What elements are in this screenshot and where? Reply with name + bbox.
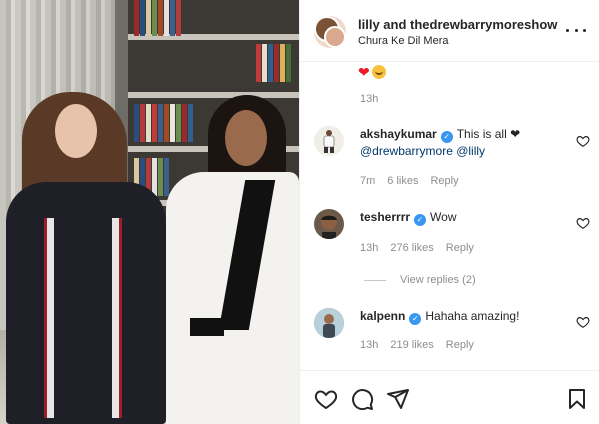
reply-button[interactable]: Reply — [430, 175, 458, 187]
comment-likes[interactable]: 219 likes — [390, 339, 433, 351]
post-header: lilly and thedrewbarrymoreshow Chura Ke … — [300, 0, 599, 62]
view-replies-button[interactable]: View replies (2) — [364, 274, 476, 286]
previous-reply-time: 13h — [360, 93, 379, 105]
replies-divider — [364, 279, 386, 281]
post-actions-bar — [300, 370, 599, 424]
more-horizontal-icon[interactable] — [566, 22, 586, 38]
verified-badge-icon: ✓ — [440, 131, 453, 143]
audio-track[interactable]: Chura Ke Dil Mera — [358, 35, 448, 47]
post-panel: lilly and thedrewbarrymoreshow Chura Ke … — [299, 0, 599, 424]
heart-outline-icon[interactable] — [576, 134, 590, 148]
comment-time: 13h — [360, 339, 379, 351]
comment-text: Hahaha amazing! — [425, 309, 520, 323]
author-avatar[interactable] — [314, 16, 346, 48]
comment-likes[interactable]: 276 likes — [390, 242, 433, 254]
comment-icon[interactable] — [350, 387, 374, 411]
verified-badge-icon: ✓ — [414, 214, 427, 226]
comment-time: 7m — [360, 175, 376, 187]
commenter-avatar[interactable] — [314, 308, 344, 338]
smiling-face-emoji — [371, 65, 386, 79]
verified-badge-icon: ✓ — [409, 313, 422, 325]
comment-text: Wow — [430, 210, 457, 224]
heart-outline-icon[interactable] — [314, 387, 338, 411]
post-video[interactable] — [0, 0, 299, 424]
heart-emoji: ❤ — [358, 64, 370, 80]
previous-reply-emoji: ❤ — [358, 64, 386, 81]
heart-outline-icon[interactable] — [576, 315, 590, 329]
heart-outline-icon[interactable] — [576, 216, 590, 230]
share-icon[interactable] — [386, 387, 410, 411]
comment-username[interactable]: tesherrrr — [360, 210, 410, 224]
bookmark-icon[interactable] — [565, 387, 589, 411]
person-left — [55, 104, 97, 158]
person-right — [225, 110, 267, 166]
comment-username[interactable]: kalpenn — [360, 309, 405, 323]
commenter-avatar[interactable] — [314, 209, 344, 239]
reply-button[interactable]: Reply — [446, 242, 474, 254]
comment-mentions[interactable]: @drewbarrymore @lilly — [360, 144, 485, 158]
comment-text: This is all ❤ — [456, 127, 521, 141]
post-authors[interactable]: lilly and thedrewbarrymoreshow — [358, 17, 557, 32]
reply-button[interactable]: Reply — [446, 339, 474, 351]
commenter-avatar[interactable] — [314, 126, 344, 156]
comment-time: 13h — [360, 242, 379, 254]
comment-likes[interactable]: 6 likes — [387, 175, 418, 187]
comment-username[interactable]: akshaykumar — [360, 127, 437, 141]
